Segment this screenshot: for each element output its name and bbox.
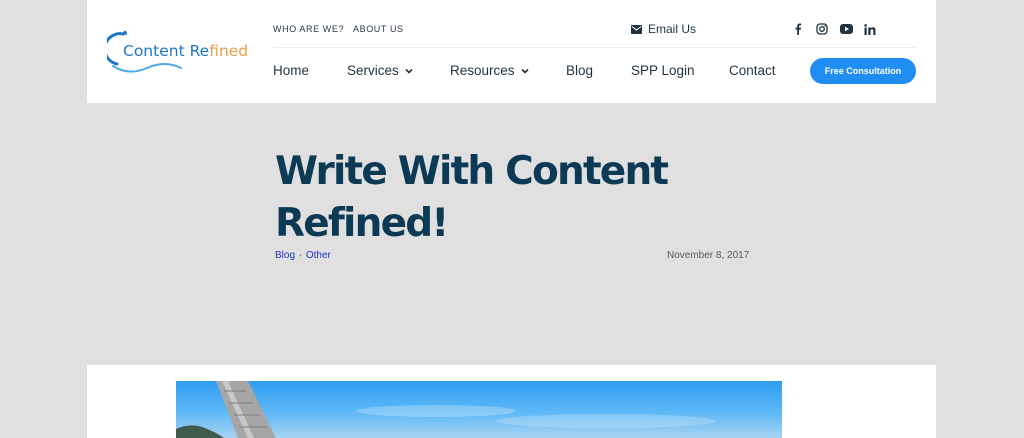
facebook-icon[interactable] [791, 22, 805, 36]
page-title: Write With Content Refined! [275, 149, 669, 246]
chevron-down-icon [520, 68, 529, 74]
nav-item-home[interactable]: Home [273, 63, 309, 78]
nav-item-spp-login-label: SPP Login [631, 63, 695, 78]
content-area [87, 365, 936, 438]
youtube-icon[interactable] [839, 22, 853, 36]
email-us-link[interactable]: Email Us [631, 22, 696, 36]
category-link-blog[interactable]: Blog [275, 250, 295, 261]
hero-scene-illustration [176, 381, 716, 438]
nav-item-blog[interactable]: Blog [566, 63, 593, 78]
nav-item-resources[interactable]: Resources [450, 63, 529, 78]
chevron-down-icon [405, 68, 413, 74]
instagram-icon[interactable] [815, 22, 829, 36]
hero-image [176, 381, 782, 438]
nav-item-spp-login[interactable]: SPP Login [631, 63, 695, 78]
nav-item-resources-label: Resources [450, 63, 515, 78]
nav-item-home-label: Home [273, 63, 310, 78]
nav-item-blog-label: Blog [566, 63, 594, 78]
logo-text: Content Refined [123, 42, 248, 60]
category-link-other[interactable]: Other [306, 250, 331, 261]
top-bar: WHO ARE WE? ABOUT US Email Us [273, 0, 916, 48]
main-nav: Home Services Resources Blog SPP Login C… [273, 56, 916, 86]
site-logo[interactable]: Content Refined [107, 30, 248, 74]
post-categories: Blog • Other [275, 250, 331, 261]
nav-item-contact[interactable]: Contact [729, 63, 776, 78]
post-date: November 8, 2017 [667, 250, 750, 261]
envelope-icon [631, 24, 642, 34]
nav-item-services-label: Services [347, 63, 399, 78]
nav-item-services[interactable]: Services [347, 63, 413, 78]
linkedin-icon[interactable] [863, 22, 877, 36]
free-consultation-button[interactable]: Free Consultation [810, 58, 916, 84]
about-us-link[interactable]: ABOUT US [353, 24, 404, 34]
logo-text-part1: Content Re [123, 42, 210, 60]
who-are-we-link[interactable]: WHO ARE WE? [273, 24, 344, 34]
category-separator: • [299, 251, 302, 260]
email-us-label: Email Us [648, 22, 697, 36]
nav-item-contact-label: Contact [729, 63, 776, 78]
logo-text-part2: fined [209, 42, 249, 60]
site-header: Content Refined WHO ARE WE? ABOUT US Ema… [87, 0, 936, 103]
